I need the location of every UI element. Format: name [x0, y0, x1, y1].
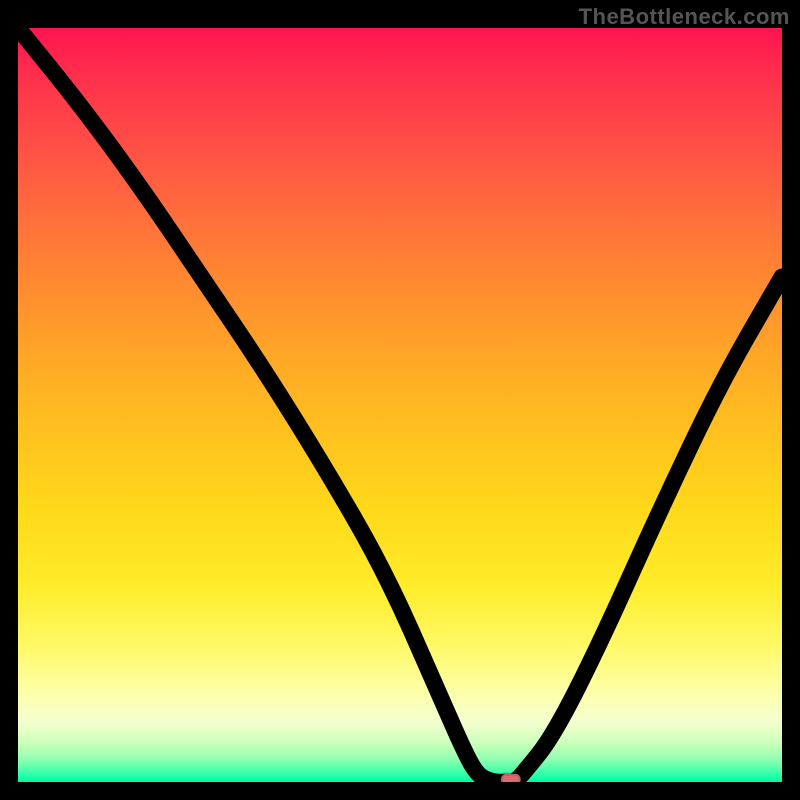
bottleneck-curve-svg — [18, 28, 782, 782]
chart-frame: TheBottleneck.com — [0, 0, 800, 800]
plot-area — [18, 28, 782, 782]
optimal-point-marker — [501, 774, 521, 782]
bottleneck-curve — [18, 28, 782, 782]
watermark-text: TheBottleneck.com — [579, 4, 790, 30]
